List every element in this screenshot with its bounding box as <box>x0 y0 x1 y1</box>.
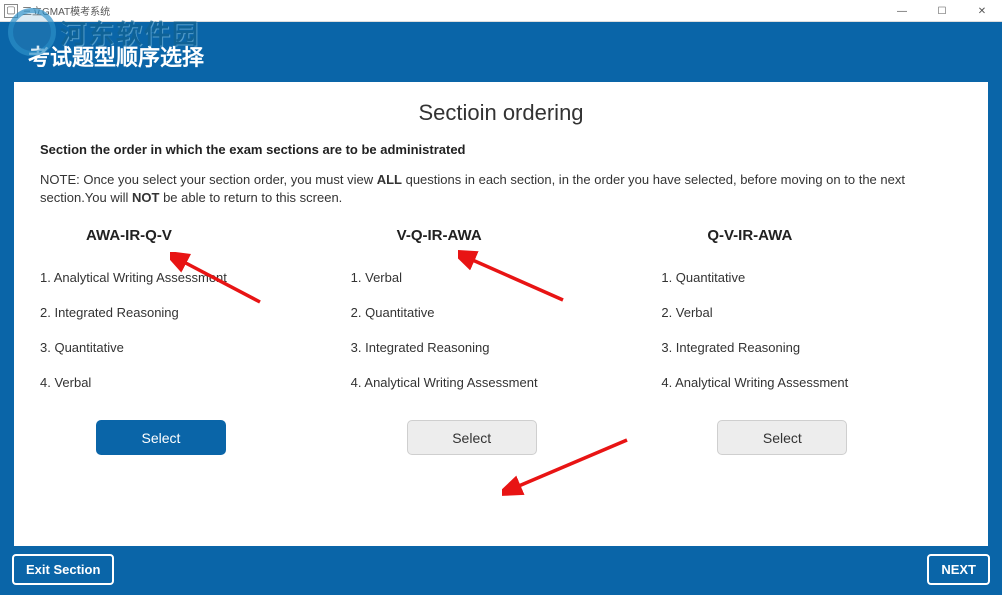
window-title: 三立GMAT模考系统 <box>22 3 110 18</box>
minimize-button[interactable]: — <box>882 0 922 22</box>
next-button[interactable]: NEXT <box>927 554 990 585</box>
window-titlebar: ▢ 三立GMAT模考系统 — ☐ ✕ <box>0 0 1002 22</box>
instruction-note: NOTE: Once you select your section order… <box>40 171 962 207</box>
instruction-bold: Section the order in which the exam sect… <box>40 142 962 157</box>
footer-bar: Exit Section NEXT <box>8 546 994 587</box>
app-icon: ▢ <box>4 4 18 18</box>
order-option-3: Q-V-IR-AWA 1. Quantitative 2. Verbal 3. … <box>661 227 962 455</box>
option-item: 1. Quantitative <box>661 270 962 285</box>
option-title: V-Q-IR-AWA <box>397 227 652 244</box>
option-item: 2. Integrated Reasoning <box>40 305 341 320</box>
option-item: 4. Analytical Writing Assessment <box>661 375 962 390</box>
select-button-1[interactable]: Select <box>96 420 226 455</box>
option-item: 1. Analytical Writing Assessment <box>40 270 341 285</box>
option-item: 3. Integrated Reasoning <box>661 340 962 355</box>
note-text-3: be able to return to this screen. <box>159 190 342 205</box>
option-item: 4. Analytical Writing Assessment <box>351 375 652 390</box>
option-title: AWA-IR-Q-V <box>86 227 341 244</box>
option-item: 4. Verbal <box>40 375 341 390</box>
option-item: 2. Verbal <box>661 305 962 320</box>
order-option-2: V-Q-IR-AWA 1. Verbal 2. Quantitative 3. … <box>351 227 652 455</box>
option-item: 1. Verbal <box>351 270 652 285</box>
card-title: Sectioin ordering <box>40 100 962 126</box>
columns-container: AWA-IR-Q-V 1. Analytical Writing Assessm… <box>40 227 962 455</box>
note-text-1: NOTE: Once you select your section order… <box>40 172 377 187</box>
note-bold-1: ALL <box>377 172 402 187</box>
app-area: 考试题型顺序选择 Sectioin ordering Section the o… <box>0 22 1002 595</box>
option-item: 3. Quantitative <box>40 340 341 355</box>
select-button-2[interactable]: Select <box>407 420 537 455</box>
select-button-3[interactable]: Select <box>717 420 847 455</box>
close-button[interactable]: ✕ <box>962 0 1002 22</box>
note-bold-2: NOT <box>132 190 159 205</box>
maximize-button[interactable]: ☐ <box>922 0 962 22</box>
exit-section-button[interactable]: Exit Section <box>12 554 114 585</box>
option-item: 2. Quantitative <box>351 305 652 320</box>
content-card: Sectioin ordering Section the order in w… <box>14 82 988 546</box>
order-option-1: AWA-IR-Q-V 1. Analytical Writing Assessm… <box>40 227 341 455</box>
option-title: Q-V-IR-AWA <box>707 227 962 244</box>
page-header: 考试题型顺序选择 <box>8 30 994 82</box>
option-item: 3. Integrated Reasoning <box>351 340 652 355</box>
